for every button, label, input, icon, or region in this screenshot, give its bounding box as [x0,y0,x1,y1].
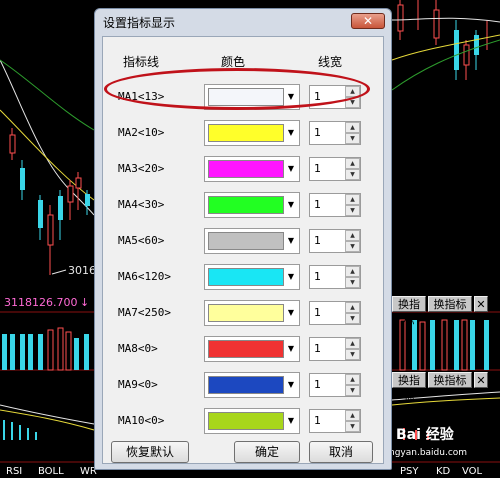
color-select[interactable]: ▼ [204,300,300,326]
spin-down-icon[interactable]: ▼ [345,277,360,288]
color-select[interactable]: ▼ [204,408,300,434]
dropdown-arrow-icon[interactable]: ▼ [284,122,298,144]
line-width-value[interactable]: 1 [314,342,321,355]
line-width-spinner[interactable]: 1 ▲ ▼ [309,409,361,433]
close-panel-icon-2[interactable]: ✕ [474,372,488,388]
dropdown-arrow-icon[interactable]: ▼ [284,410,298,432]
color-select[interactable]: ▼ [204,120,300,146]
line-width-spinner[interactable]: 1 ▲ ▼ [309,337,361,361]
line-width-spinner[interactable]: 1 ▲ ▼ [309,301,361,325]
dialog-title: 设置指标显示 [103,16,176,30]
line-width-value[interactable]: 1 [314,414,321,427]
spin-up-icon[interactable]: ▲ [345,122,360,133]
color-swatch [208,124,284,142]
switch-indicator-button-3[interactable]: 换指标 [392,372,426,403]
color-select[interactable]: ▼ [204,264,300,290]
color-select[interactable]: ▼ [204,156,300,182]
switch-indicator-button[interactable]: 换指标 [392,296,426,327]
color-swatch [208,304,284,322]
spin-up-icon[interactable]: ▲ [345,230,360,241]
line-width-value[interactable]: 1 [314,126,321,139]
color-swatch [208,268,284,286]
dropdown-arrow-icon[interactable]: ▼ [284,302,298,324]
spin-down-icon[interactable]: ▼ [345,313,360,324]
close-icon[interactable]: ✕ [351,13,385,29]
header-width: 线宽 [318,55,343,69]
color-select[interactable]: ▼ [204,372,300,398]
tab-rsi[interactable]: RSI [6,466,22,478]
spin-down-icon[interactable]: ▼ [345,205,360,216]
line-width-spinner[interactable]: 1 ▲ ▼ [309,265,361,289]
spin-down-icon[interactable]: ▼ [345,133,360,144]
color-select[interactable]: ▼ [204,192,300,218]
indicator-label: MA9<0> [118,378,158,391]
tab-psy[interactable]: PSY [400,466,419,478]
price-readout: 3118126.700 [4,296,78,309]
indicator-label: MA10<0> [118,414,165,427]
tab-boll[interactable]: BOLL [38,466,64,478]
ok-button[interactable]: 确定 [234,441,300,463]
cancel-button[interactable]: 取消 [309,441,373,463]
switch-indicator-button-2[interactable]: 换指标 [428,296,472,312]
color-swatch [208,340,284,358]
switch-indicator-button-4[interactable]: 换指标 [428,372,472,388]
line-width-value[interactable]: 1 [314,198,321,211]
dropdown-arrow-icon[interactable]: ▼ [284,338,298,360]
indicator-label: MA5<60> [118,234,165,247]
spin-down-icon[interactable]: ▼ [345,349,360,360]
close-panel-icon[interactable]: ✕ [474,296,488,312]
spin-down-icon[interactable]: ▼ [345,169,360,180]
line-width-value[interactable]: 1 [314,234,321,247]
line-width-value[interactable]: 1 [314,270,321,283]
low-price-label: 3016 [68,264,96,277]
line-width-spinner[interactable]: 1 ▲ ▼ [309,121,361,145]
indicator-label: MA6<120> [118,270,171,283]
color-select[interactable]: ▼ [204,336,300,362]
line-width-spinner[interactable]: 1 ▲ ▼ [309,373,361,397]
spin-down-icon[interactable]: ▼ [345,241,360,252]
color-swatch [208,412,284,430]
spin-down-icon[interactable]: ▼ [345,421,360,432]
spin-up-icon[interactable]: ▲ [345,158,360,169]
dropdown-arrow-icon[interactable]: ▼ [284,374,298,396]
dropdown-arrow-icon[interactable]: ▼ [284,158,298,180]
line-width-spinner[interactable]: 1 ▲ ▼ [309,157,361,181]
indicator-label: MA3<20> [118,162,165,175]
color-swatch [208,160,284,178]
line-width-value[interactable]: 1 [314,306,321,319]
line-width-spinner[interactable]: 1 ▲ ▼ [309,229,361,253]
line-width-value[interactable]: 1 [314,378,321,391]
spin-up-icon[interactable]: ▲ [345,374,360,385]
tab-kd[interactable]: KD [436,466,450,478]
watermark-logo: Bai 经验 [396,427,454,443]
spin-up-icon[interactable]: ▲ [345,410,360,421]
indicator-label: MA2<10> [118,126,165,139]
dropdown-arrow-icon[interactable]: ▼ [284,194,298,216]
color-swatch [208,376,284,394]
line-width-spinner[interactable]: 1 ▲ ▼ [309,193,361,217]
indicator-label: MA7<250> [118,306,171,319]
color-select[interactable]: ▼ [204,228,300,254]
tab-vol[interactable]: VOL [462,466,482,478]
indicator-label: MA8<0> [118,342,158,355]
spin-down-icon[interactable]: ▼ [345,385,360,396]
price-arrow-icon: ↓ [80,296,90,309]
spin-up-icon[interactable]: ▲ [345,338,360,349]
dropdown-arrow-icon[interactable]: ▼ [284,230,298,252]
header-line: 指标线 [123,55,160,69]
reset-default-button[interactable]: 恢复默认 [111,441,189,463]
highlight-annotation [104,68,370,110]
color-swatch [208,232,284,250]
watermark-url: jingyan.baidu.com [384,448,468,458]
spin-up-icon[interactable]: ▲ [345,302,360,313]
dialog-titlebar[interactable]: 设置指标显示 ✕ [95,9,391,35]
spin-up-icon[interactable]: ▲ [345,266,360,277]
color-swatch [208,196,284,214]
dropdown-arrow-icon[interactable]: ▼ [284,266,298,288]
line-width-value[interactable]: 1 [314,162,321,175]
indicator-label: MA4<30> [118,198,165,211]
spin-up-icon[interactable]: ▲ [345,194,360,205]
